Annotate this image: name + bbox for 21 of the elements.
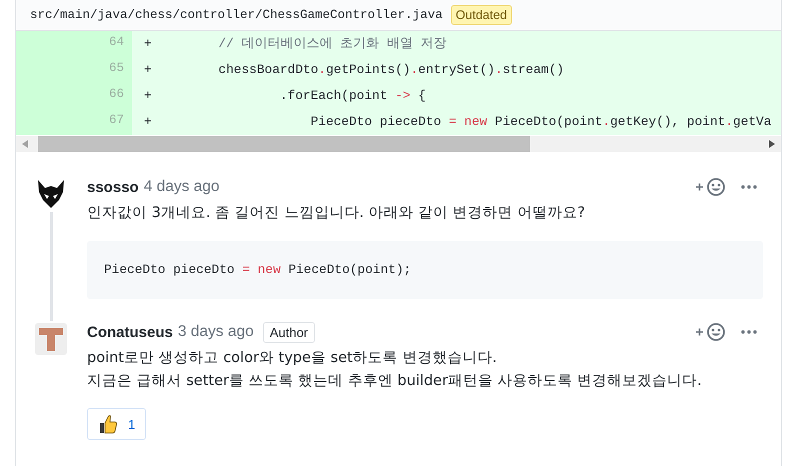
comment-time[interactable]: 3 days ago [178, 323, 254, 341]
thumbs-up-icon [98, 414, 118, 434]
more-options-icon[interactable] [741, 185, 757, 189]
author-label: Author [262, 322, 316, 342]
author-name[interactable]: ssosso [87, 178, 139, 196]
scrollbar-thumb[interactable] [38, 136, 530, 152]
comment-text: point로만 생성하고 color와 type을 set하도록 변경했습니다. 지금은 급해서 setter를 쓰도록 했는데 추후엔 builder패턴을 사용하도록 변경해보겠습니다. [87, 349, 703, 391]
thumbs-up-reaction[interactable]: 1 [87, 408, 146, 440]
add-reaction-icon[interactable] [695, 177, 727, 197]
code-snippet: PieceDto pieceDto = new PieceDto(point); [87, 241, 763, 299]
file-path[interactable]: src/main/java/chess/controller/ChessGameController.java [30, 8, 443, 22]
author-name[interactable]: Conatuseus [87, 324, 173, 340]
more-options-icon[interactable] [741, 330, 757, 334]
letter-avatar-icon[interactable] [35, 323, 67, 355]
outdated-label: Outdated [450, 5, 512, 25]
add-reaction-icon[interactable] [695, 322, 727, 342]
horizontal-scrollbar[interactable] [16, 136, 781, 152]
fox-avatar-icon[interactable] [35, 178, 67, 210]
comment-text: 인자값이 3개네요. 좀 길어진 느낌입니다. 아래와 같이 변경하면 어떨까요? [87, 204, 586, 223]
scroll-right-icon[interactable] [769, 140, 775, 148]
comment-time[interactable]: 4 days ago [144, 178, 220, 196]
